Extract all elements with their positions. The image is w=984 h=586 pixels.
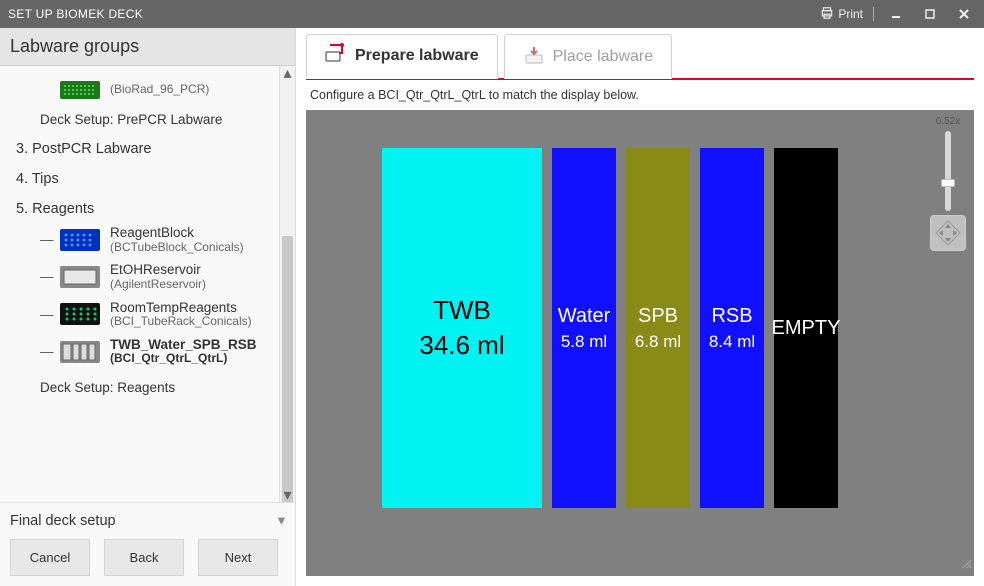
well-row: TWB 34.6 ml Water 5.8 ml SPB 6.8 ml RSB 8.4 ml E…: [382, 148, 838, 508]
sidebar-title: Labware groups: [0, 28, 295, 66]
collapse-toggle[interactable]: —: [40, 232, 50, 247]
resize-grip-icon[interactable]: [960, 556, 972, 574]
reagent-block-icon: [60, 228, 100, 252]
tree-item-sublabel: (BioRad_96_PCR): [110, 83, 209, 97]
titlebar-actions: Print: [820, 4, 976, 24]
tree-item-reagentblock[interactable]: — ReagentBlock (BCTubeBlock_Conicals): [10, 223, 291, 256]
final-deck-setup[interactable]: Final deck setup ▾: [10, 513, 285, 529]
tree-item-sublabel: (BCI_Qtr_QtrL_QtrL): [110, 352, 257, 366]
scroll-up-icon[interactable]: ▴: [280, 66, 295, 80]
tree-item-label: TWB_Water_SPB_RSB: [110, 337, 257, 353]
labware-canvas[interactable]: TWB 34.6 ml Water 5.8 ml SPB 6.8 ml RSB 8.4 ml E…: [306, 110, 974, 576]
well-label: SPB: [638, 305, 678, 328]
tree-item-etoh[interactable]: — EtOHReservoir (AgilentReservoir): [10, 260, 291, 293]
tab-place-labware[interactable]: Place labware: [504, 34, 673, 79]
deck-setup-prepcr[interactable]: Deck Setup: PrePCR Labware: [10, 112, 291, 127]
well-volume: 8.4 ml: [709, 332, 755, 352]
tree-item-label: ReagentBlock: [110, 225, 244, 241]
section-tips[interactable]: 4. Tips: [10, 171, 291, 187]
collapse-toggle[interactable]: —: [40, 307, 50, 322]
zoom-value: 0.52x: [936, 116, 960, 127]
tree-item-twb-selected[interactable]: — TWB_Water_SPB_RSB (BCI_Qtr_QtrL_QtrL): [10, 335, 291, 368]
print-icon: [820, 6, 834, 23]
well-empty[interactable]: EMPTY: [774, 148, 838, 508]
collapse-toggle[interactable]: —: [40, 269, 50, 284]
pcr-plate-icon: [60, 78, 100, 102]
scroll-down-icon[interactable]: ▾: [280, 488, 295, 502]
pan-control[interactable]: [930, 215, 966, 251]
content-area: Prepare labware Place labware Configure …: [296, 28, 984, 586]
minimize-button[interactable]: [884, 4, 908, 24]
reservoir-icon: [60, 265, 100, 289]
tree-item-label: EtOHReservoir: [110, 262, 206, 278]
tuberack-icon: [60, 302, 100, 326]
well-label: Water: [558, 305, 611, 328]
zoom-slider-thumb[interactable]: [941, 179, 955, 187]
tree-item-roomtemp[interactable]: — RoomTempReagents (BCI_TubeRack_Conical…: [10, 298, 291, 331]
well-volume: 6.8 ml: [635, 332, 681, 352]
sidebar: Labware groups — (BioRad_96_PCR) Deck Se…: [0, 28, 296, 586]
prepare-labware-icon: [325, 43, 347, 68]
close-button[interactable]: [952, 4, 976, 24]
divider: [873, 7, 874, 21]
maximize-button[interactable]: [918, 4, 942, 24]
well-water[interactable]: Water 5.8 ml: [552, 148, 616, 508]
deck-setup-reagents[interactable]: Deck Setup: Reagents: [10, 380, 291, 395]
title: SET UP BIOMEK DECK: [8, 7, 820, 21]
well-label: TWB: [433, 295, 491, 326]
quarter-reservoir-icon: [60, 340, 100, 364]
collapse-toggle[interactable]: —: [40, 344, 50, 359]
tab-label: Place labware: [553, 48, 654, 66]
back-button[interactable]: Back: [104, 539, 184, 576]
zoom-panel: 0.52x: [928, 116, 968, 251]
well-volume: 34.6 ml: [419, 330, 504, 361]
place-labware-icon: [523, 45, 545, 70]
tab-bar: Prepare labware Place labware: [306, 34, 974, 80]
scroll-thumb[interactable]: [282, 236, 293, 502]
tree-item-sublabel: (BCTubeBlock_Conicals): [110, 241, 244, 255]
titlebar: SET UP BIOMEK DECK Print: [0, 0, 984, 28]
well-twb[interactable]: TWB 34.6 ml: [382, 148, 542, 508]
tab-prepare-labware[interactable]: Prepare labware: [306, 34, 498, 79]
chevron-down-icon: ▾: [278, 513, 285, 529]
cancel-button[interactable]: Cancel: [10, 539, 90, 576]
print-label: Print: [838, 7, 863, 21]
labware-tree: — (BioRad_96_PCR) Deck Setup: PrePCR Lab…: [0, 66, 295, 407]
next-button[interactable]: Next: [198, 539, 278, 576]
well-rsb[interactable]: RSB 8.4 ml: [700, 148, 764, 508]
well-volume: 5.8 ml: [561, 332, 607, 352]
section-postpcr[interactable]: 3. PostPCR Labware: [10, 141, 291, 157]
tree-item-truncated[interactable]: — (BioRad_96_PCR): [10, 76, 291, 104]
well-label: RSB: [711, 305, 752, 328]
tab-label: Prepare labware: [355, 47, 479, 65]
section-reagents[interactable]: 5. Reagents: [10, 201, 291, 217]
pan-diamond-icon: [934, 219, 962, 247]
sidebar-scrollbar[interactable]: ▴ ▾: [279, 66, 295, 502]
instruction-text: Configure a BCI_Qtr_QtrL_QtrL to match t…: [306, 80, 974, 110]
print-button[interactable]: Print: [820, 6, 863, 23]
tree-item-sublabel: (BCI_TubeRack_Conicals): [110, 315, 252, 329]
zoom-slider[interactable]: [945, 131, 951, 211]
tree-item-label: RoomTempReagents: [110, 300, 252, 316]
well-label: EMPTY: [772, 317, 841, 340]
tree-item-sublabel: (AgilentReservoir): [110, 278, 206, 292]
well-spb[interactable]: SPB 6.8 ml: [626, 148, 690, 508]
